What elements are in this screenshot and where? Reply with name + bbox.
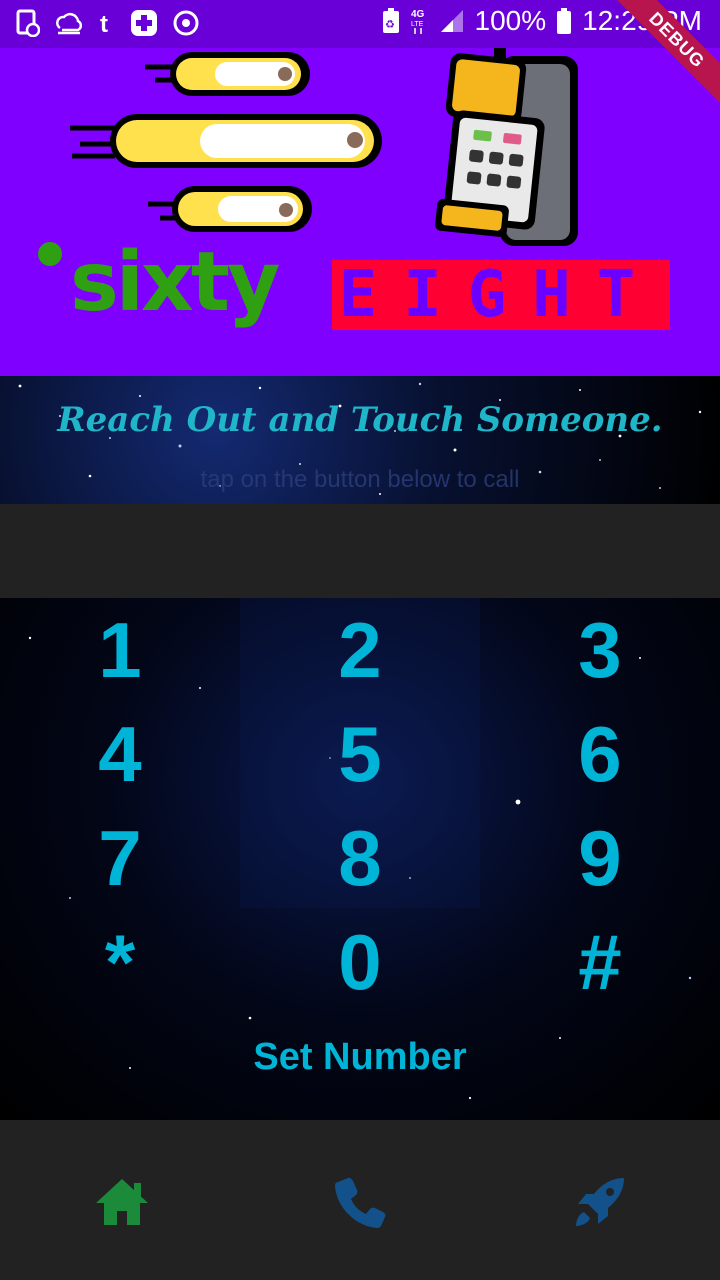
- svg-text:4G: 4G: [411, 9, 425, 20]
- set-number-button[interactable]: Set Number: [0, 1036, 720, 1079]
- keypad-area: 1 2 3 4 5 6 7 8 9 * 0 # Set Number: [0, 598, 720, 1120]
- sync-icon: [173, 10, 199, 36]
- rocket-icon: [576, 1178, 624, 1226]
- lte-icon: 4GLTE: [411, 9, 425, 34]
- tagline: Reach Out and Touch Someone.: [57, 400, 663, 440]
- key-4[interactable]: 4: [0, 702, 240, 806]
- key-0[interactable]: 0: [240, 910, 480, 1014]
- battery-icon: [557, 8, 572, 34]
- health-icon: [131, 10, 157, 36]
- notification-icons: t: [16, 9, 200, 37]
- number-display: [0, 504, 720, 598]
- meteor-icon: [148, 186, 312, 232]
- battery-saver-icon: ♻: [382, 8, 399, 33]
- key-6[interactable]: 6: [480, 702, 720, 806]
- meteor-icon: [70, 114, 382, 168]
- screen-record-icon: [16, 9, 40, 37]
- bottom-navigation: [0, 1120, 720, 1280]
- nav-phone-button[interactable]: [330, 1172, 390, 1232]
- key-3[interactable]: 3: [480, 598, 720, 702]
- phone-icon: [335, 1177, 386, 1228]
- tumblr-icon: t: [100, 11, 108, 36]
- key-1[interactable]: 1: [0, 598, 240, 702]
- home-icon: [96, 1179, 148, 1225]
- key-2[interactable]: 2: [240, 598, 480, 702]
- svg-text:♻: ♻: [385, 19, 395, 31]
- key-hash[interactable]: #: [480, 910, 720, 1014]
- app-banner: sixty EIGHT: [0, 48, 720, 376]
- logo-eight: EIGHT: [339, 258, 662, 332]
- logo-sixty: sixty: [70, 235, 279, 330]
- key-5[interactable]: 5: [240, 702, 480, 806]
- walkie-talkie-icon: [435, 48, 578, 246]
- key-star[interactable]: *: [0, 910, 240, 1014]
- status-bar: t ♻ 4G LTE 100% 12:29 PM: [0, 0, 720, 48]
- key-8[interactable]: 8: [240, 806, 480, 910]
- svg-text:t: t: [100, 11, 108, 36]
- key-7[interactable]: 7: [0, 806, 240, 910]
- hero-section: Reach Out and Touch Someone. tap on the …: [0, 376, 720, 504]
- svg-text:LTE: LTE: [411, 21, 424, 28]
- call-hint: tap on the button below to call: [200, 466, 520, 493]
- weather-icon: [56, 12, 83, 35]
- banner-artwork: sixty EIGHT: [38, 48, 670, 332]
- signal-icon: [440, 10, 463, 32]
- meteor-icon: [145, 52, 310, 96]
- dial-pad: 1 2 3 4 5 6 7 8 9 * 0 #: [0, 598, 720, 1028]
- nav-rocket-button[interactable]: [570, 1172, 630, 1232]
- battery-percent: 100%: [474, 5, 547, 36]
- nav-home-button[interactable]: [92, 1172, 152, 1232]
- key-9[interactable]: 9: [480, 806, 720, 910]
